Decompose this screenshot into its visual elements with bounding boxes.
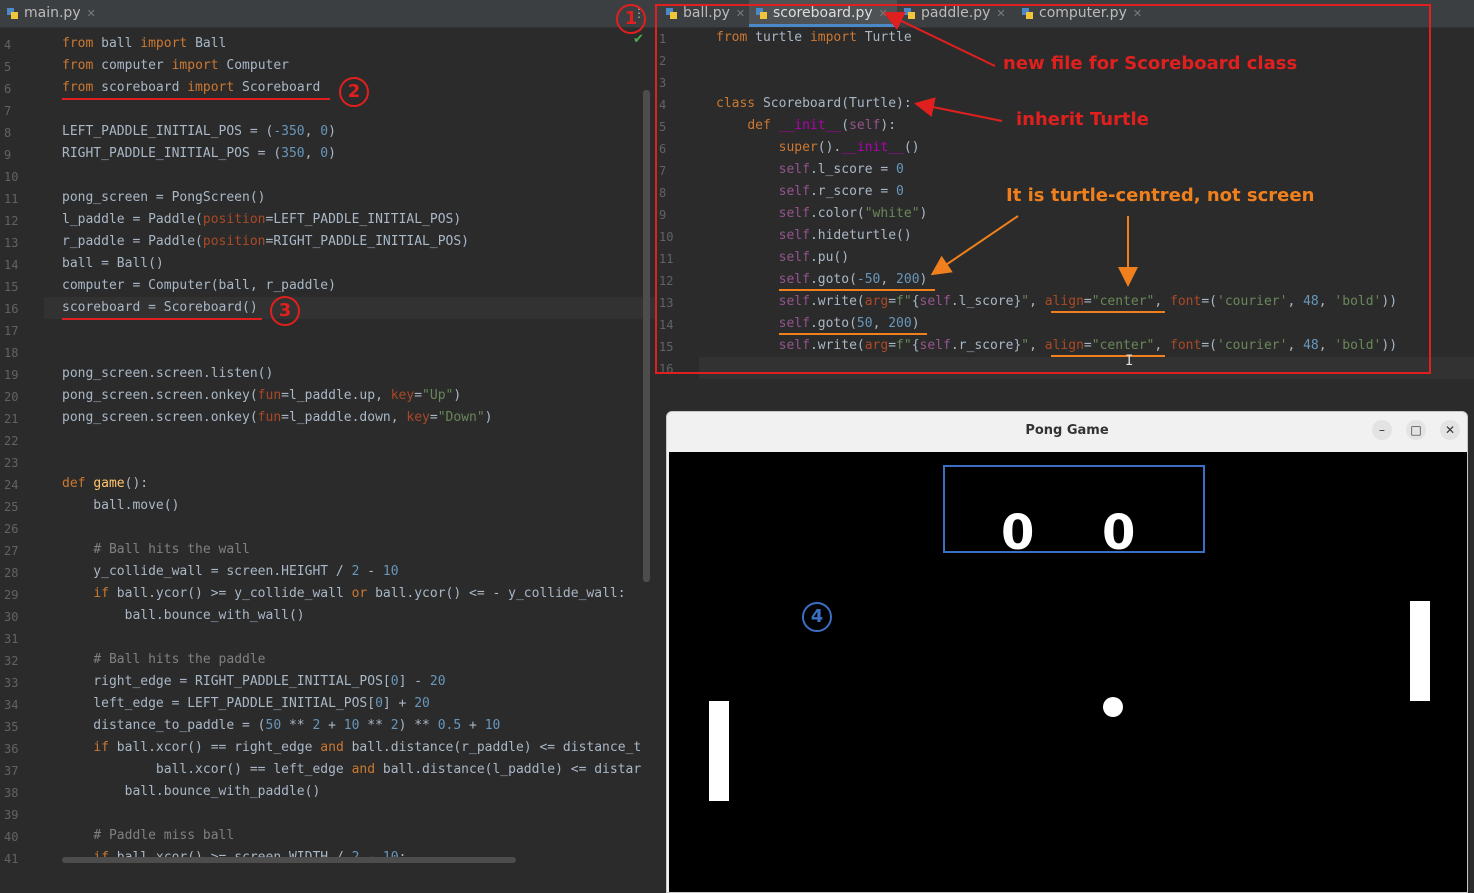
code-line: distance_to_paddle = (50 ** 2 + 10 ** 2)… [62, 718, 501, 733]
underline-align-right [1051, 355, 1165, 357]
line-number: 7 [4, 104, 12, 118]
code-line: r_paddle = Paddle(position=RIGHT_PADDLE_… [62, 234, 470, 249]
code-line: pong_screen = PongScreen() [62, 190, 266, 205]
code-line: scoreboard = Scoreboard() [62, 300, 258, 315]
code-line: def game(): [62, 476, 149, 491]
code-line: if ball.ycor() >= y_collide_wall or ball… [93, 586, 626, 601]
text-cursor-icon: I [1125, 353, 1134, 369]
code-line: left_edge = LEFT_PADDLE_INITIAL_POS[0] +… [62, 696, 430, 711]
code-line: from computer import Computer [62, 58, 290, 73]
line-number: 14 [4, 258, 19, 272]
window-title: Pong Game [1025, 423, 1109, 438]
line-number: 20 [4, 390, 19, 404]
line-number: 11 [4, 192, 19, 206]
line-number: 4 [4, 38, 12, 52]
python-file-icon [7, 8, 18, 19]
line-number: 19 [4, 368, 19, 382]
line-number: 34 [4, 698, 19, 712]
line-number: 39 [4, 808, 19, 822]
line-number: 35 [4, 720, 19, 734]
close-button[interactable]: ✕ [1440, 420, 1460, 440]
minimize-button[interactable]: – [1372, 420, 1392, 440]
code-line: ball.bounce_with_paddle() [62, 784, 321, 799]
line-number: 28 [4, 566, 19, 580]
code-line: ball.move() [62, 498, 180, 513]
line-number: 8 [4, 126, 12, 140]
line-number: 36 [4, 742, 19, 756]
maximize-button[interactable]: □ [1406, 420, 1426, 440]
line-number: 9 [4, 148, 12, 162]
game-canvas[interactable]: 0 0 [669, 452, 1467, 892]
line-number: 38 [4, 786, 19, 800]
code-line: RIGHT_PADDLE_INITIAL_POS = (350, 0) [62, 146, 336, 161]
code-line: from scoreboard import Scoreboard [62, 80, 321, 95]
code-line: computer = Computer(ball, r_paddle) [62, 278, 336, 293]
right-paddle [1410, 601, 1430, 701]
left-editor-pane: main.py ✕ ⋮ ✔ 4 from ball import Ball 5 from… [0, 0, 655, 879]
line-number: 30 [4, 610, 19, 624]
vertical-scrollbar[interactable] [643, 90, 650, 582]
line-number: 12 [4, 214, 19, 228]
marker-4: 4 [802, 602, 832, 632]
underline-align-left [1051, 311, 1165, 313]
code-line: pong_screen.screen.onkey(fun=l_paddle.do… [62, 410, 493, 425]
line-number: 33 [4, 676, 19, 690]
annotation-new-file: new file for Scoreboard class [1003, 53, 1298, 74]
code-line: ball.bounce_with_wall() [62, 608, 305, 623]
line-number: 23 [4, 456, 19, 470]
line-number: 6 [4, 82, 12, 96]
annotation-inherit: inherit Turtle [1016, 109, 1149, 130]
line-number: 27 [4, 544, 19, 558]
marker-1: 1 [616, 4, 646, 34]
tab-main-py[interactable]: main.py ✕ [0, 0, 100, 27]
line-number: 5 [4, 60, 12, 74]
line-number: 32 [4, 654, 19, 668]
code-line: right_edge = RIGHT_PADDLE_INITIAL_POS[0]… [62, 674, 446, 689]
annotation-turtle-centred: It is turtle-centred, not screen [1006, 185, 1315, 206]
underline-import-scoreboard [62, 98, 330, 100]
line-number: 29 [4, 588, 19, 602]
code-line: l_paddle = Paddle(position=LEFT_PADDLE_I… [62, 212, 462, 227]
horizontal-scrollbar[interactable] [62, 857, 516, 863]
code-line: pong_screen.screen.listen() [62, 366, 274, 381]
line-number: 18 [4, 346, 19, 360]
code-line: ball.xcor() == left_edge and ball.distan… [62, 762, 642, 777]
code-line: y_collide_wall = screen.HEIGHT / 2 - 10 [62, 564, 399, 579]
line-number: 26 [4, 522, 19, 536]
pong-game-window[interactable]: Pong Game – □ ✕ 0 0 [666, 411, 1468, 893]
line-number: 10 [4, 170, 19, 184]
line-number: 31 [4, 632, 19, 646]
underline-goto-right [779, 333, 927, 335]
code-line: # Ball hits the paddle [93, 652, 266, 667]
code-line: LEFT_PADDLE_INITIAL_POS = (-350, 0) [62, 124, 336, 139]
code-line: # Ball hits the wall [93, 542, 250, 557]
code-line: ball = Ball() [62, 256, 164, 271]
code-line: pong_screen.screen.onkey(fun=l_paddle.up… [62, 388, 462, 403]
underline-scoreboard-instance [62, 318, 262, 320]
line-number: 13 [4, 236, 19, 250]
line-number: 21 [4, 412, 19, 426]
left-tabbar: main.py ✕ ⋮ [0, 0, 655, 28]
line-number: 15 [4, 280, 19, 294]
marker-3: 3 [270, 296, 300, 326]
left-paddle [709, 701, 729, 801]
code-line: from ball import Ball [62, 36, 227, 51]
line-number: 25 [4, 500, 19, 514]
close-tab-icon[interactable]: ✕ [87, 7, 96, 20]
line-number: 41 [4, 852, 19, 866]
code-line: # Paddle miss ball [93, 828, 235, 843]
line-number: 22 [4, 434, 19, 448]
line-number: 16 [4, 302, 19, 316]
scoreboard-highlight-box [943, 465, 1205, 553]
tab-label: main.py [24, 5, 81, 21]
line-number: 37 [4, 764, 19, 778]
line-number: 24 [4, 478, 19, 492]
check-icon: ✔ [633, 32, 644, 47]
marker-2: 2 [339, 77, 369, 107]
line-number: 17 [4, 324, 19, 338]
line-number: 40 [4, 830, 19, 844]
underline-goto-left [779, 289, 935, 291]
ball [1103, 697, 1123, 717]
code-line: if ball.xcor() == right_edge and ball.di… [93, 740, 642, 755]
